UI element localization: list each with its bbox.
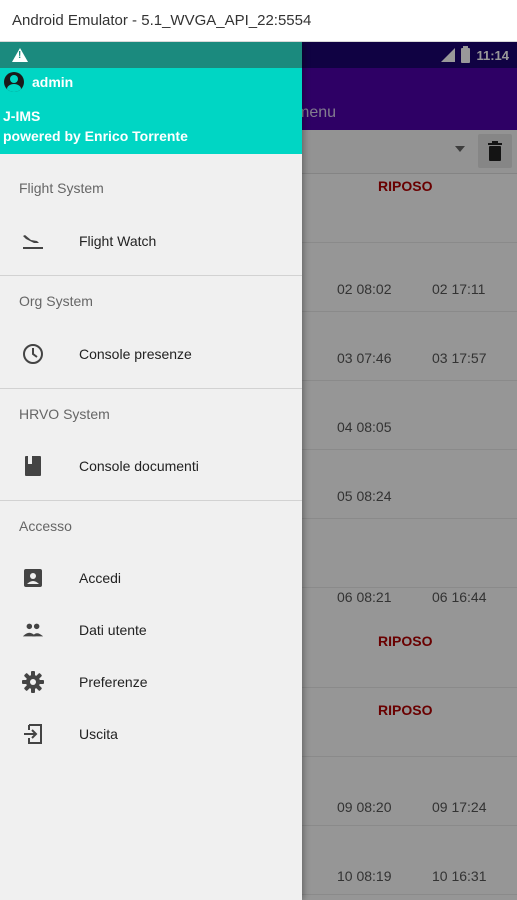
user-row[interactable]: admin (4, 72, 73, 92)
menu-item-console-documenti[interactable]: Console documenti (0, 440, 302, 492)
warning-strip (0, 42, 302, 68)
flight-land-icon (22, 230, 44, 252)
menu-item-label: Accedi (79, 570, 122, 586)
menu-item-flight-watch[interactable]: Flight Watch (0, 215, 302, 267)
menu-item-label: Dati utente (79, 622, 147, 638)
section-title-accesso: Accesso (19, 518, 72, 534)
navigation-drawer: admin J-IMS powered by Enrico Torrente F… (0, 42, 302, 900)
app-name: J-IMS (3, 108, 41, 124)
account-circle-icon (4, 72, 24, 92)
section-title-org-system: Org System (19, 293, 93, 309)
menu-item-uscita[interactable]: Uscita (0, 708, 302, 760)
menu-item-preferenze[interactable]: Preferenze (0, 656, 302, 708)
menu-item-dati-utente[interactable]: Dati utente (0, 604, 302, 656)
username: admin (32, 74, 74, 90)
warning-icon (12, 48, 28, 62)
powered-by: powered by Enrico Torrente (3, 128, 188, 144)
menu-item-label: Flight Watch (79, 233, 157, 249)
window-title: Android Emulator - 5.1_WVGA_API_22:5554 (12, 12, 312, 29)
divider (0, 500, 302, 501)
drawer-header: admin J-IMS powered by Enrico Torrente (0, 42, 302, 154)
people-icon (22, 619, 44, 641)
menu-item-accedi[interactable]: Accedi (0, 552, 302, 604)
divider (0, 275, 302, 276)
device-screen: 11:14 menu RIPOSO 02 08:02 02 17:11 03 0… (0, 42, 517, 900)
menu-item-label: Console documenti (79, 458, 199, 474)
divider (0, 388, 302, 389)
menu-item-console-presenze[interactable]: Console presenze (0, 328, 302, 380)
menu-item-label: Preferenze (79, 674, 148, 690)
book-icon (22, 455, 44, 477)
section-title-hrvo-system: HRVO System (19, 406, 110, 422)
section-title-flight-system: Flight System (19, 180, 104, 196)
menu-item-label: Console presenze (79, 346, 192, 362)
exit-icon (22, 723, 44, 745)
gear-icon (22, 671, 44, 693)
window-title-bar: Android Emulator - 5.1_WVGA_API_22:5554 (0, 0, 517, 42)
account-box-icon (22, 567, 44, 589)
menu-item-label: Uscita (79, 726, 118, 742)
clock-icon (22, 343, 44, 365)
